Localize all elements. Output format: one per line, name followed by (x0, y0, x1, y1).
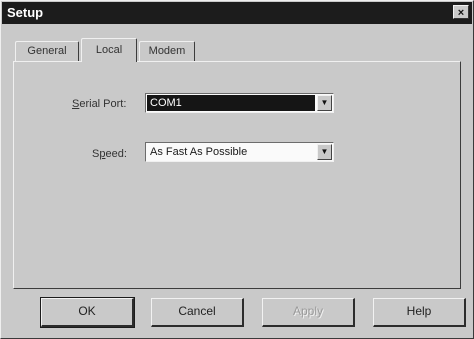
speed-select[interactable]: As Fast As Possible ▼ (145, 142, 334, 162)
ok-button[interactable]: OK (40, 297, 135, 328)
chevron-down-icon[interactable]: ▼ (317, 144, 332, 160)
tab-local[interactable]: Local (81, 38, 137, 63)
tab-label: Modem (148, 45, 186, 57)
cancel-button[interactable]: Cancel (151, 298, 244, 327)
setup-dialog: Setup × General Local Modem Serial Port:… (0, 0, 474, 339)
speed-value: As Fast As Possible (150, 146, 248, 158)
close-icon: × (457, 7, 465, 19)
tab-label: General (27, 45, 67, 57)
window-title: Setup (7, 5, 44, 20)
serial-port-value: COM1 (147, 95, 315, 111)
help-button[interactable]: Help (373, 298, 466, 327)
tab-general[interactable]: General (15, 41, 79, 61)
serial-port-select[interactable]: COM1 ▼ (145, 93, 334, 113)
serial-port-label: Serial Port: (72, 98, 127, 110)
tab-label: Local (95, 44, 123, 56)
title-bar[interactable]: Setup × (2, 2, 472, 24)
apply-button[interactable]: Apply (262, 298, 355, 327)
close-button[interactable]: × (453, 5, 469, 19)
chevron-down-icon[interactable]: ▼ (317, 95, 332, 111)
speed-label: Speed: (92, 148, 127, 160)
tab-modem[interactable]: Modem (139, 41, 195, 61)
tab-panel-local: Serial Port: COM1 ▼ Speed: As Fast As Po… (13, 61, 461, 289)
